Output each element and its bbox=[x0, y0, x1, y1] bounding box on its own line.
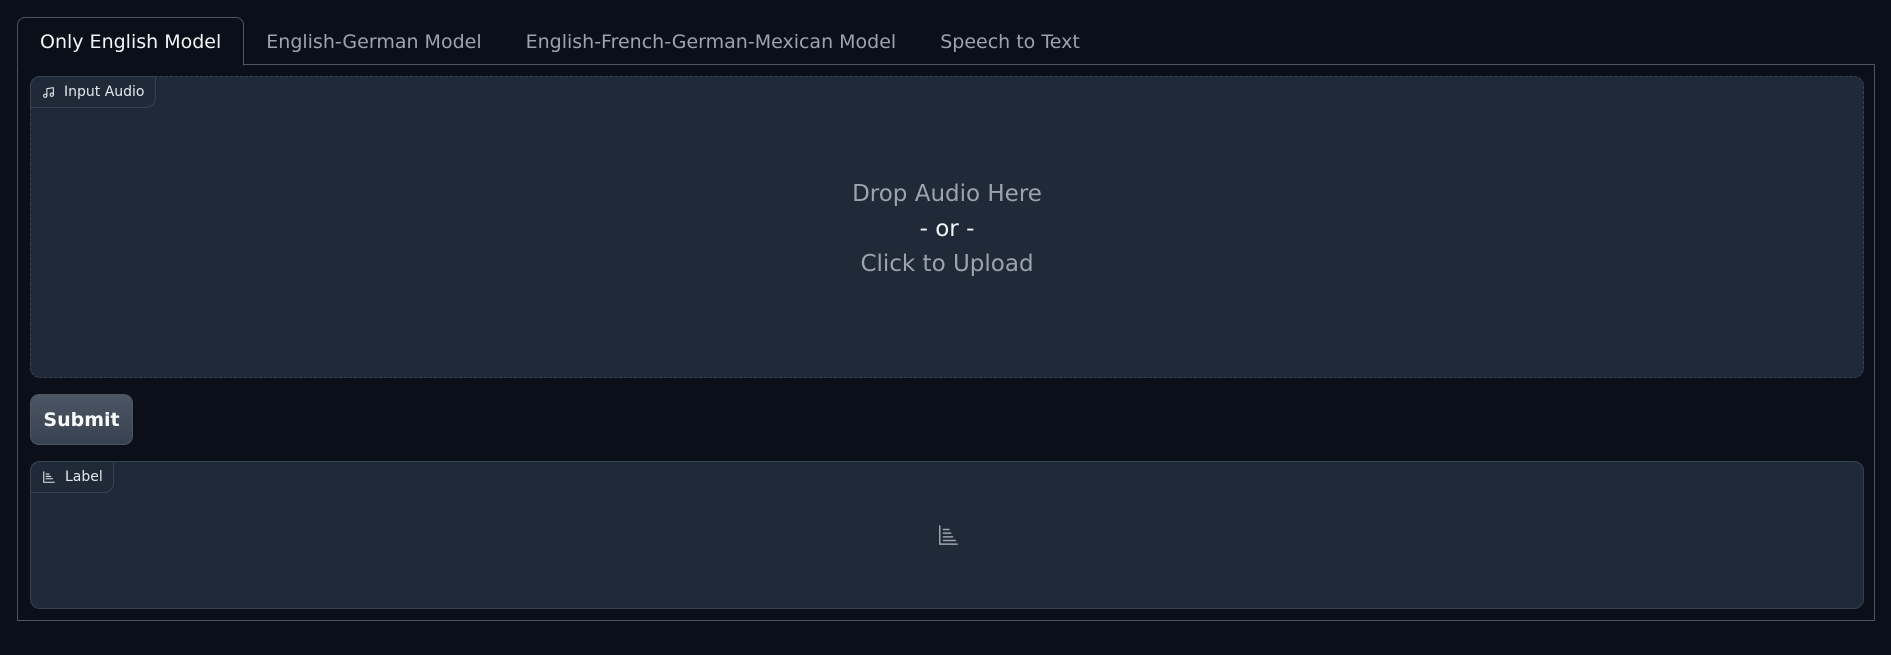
upload-instructions: Drop Audio Here - or - Click to Upload bbox=[31, 177, 1863, 282]
tab-english-german-model[interactable]: English-German Model bbox=[244, 17, 503, 66]
empty-chart-icon bbox=[937, 524, 959, 550]
tab-only-english-model[interactable]: Only English Model bbox=[17, 17, 245, 66]
tab-speech-to-text[interactable]: Speech to Text bbox=[918, 17, 1102, 66]
audio-upload-dropzone[interactable]: Input Audio Drop Audio Here - or - Click… bbox=[30, 76, 1864, 378]
click-to-upload-text[interactable]: Click to Upload bbox=[31, 247, 1863, 282]
output-label-block: Label bbox=[30, 461, 1864, 609]
submit-button[interactable]: Submit bbox=[30, 394, 133, 445]
tab-panel: Input Audio Drop Audio Here - or - Click… bbox=[17, 64, 1875, 621]
tab-bar: Only English Model English-German Model … bbox=[17, 16, 1102, 66]
output-label-header: Label bbox=[30, 461, 114, 493]
tab-english-french-german-mexican-model[interactable]: English-French-German-Mexican Model bbox=[504, 17, 919, 66]
or-separator-text: - or - bbox=[919, 216, 975, 242]
drop-audio-text: Drop Audio Here bbox=[852, 181, 1042, 207]
app-root: Only English Model English-German Model … bbox=[0, 0, 1891, 655]
output-label-text: Label bbox=[65, 469, 103, 485]
input-audio-label: Input Audio bbox=[30, 76, 156, 108]
input-audio-label-text: Input Audio bbox=[64, 84, 145, 100]
music-icon bbox=[42, 86, 55, 99]
chart-icon bbox=[42, 470, 56, 484]
